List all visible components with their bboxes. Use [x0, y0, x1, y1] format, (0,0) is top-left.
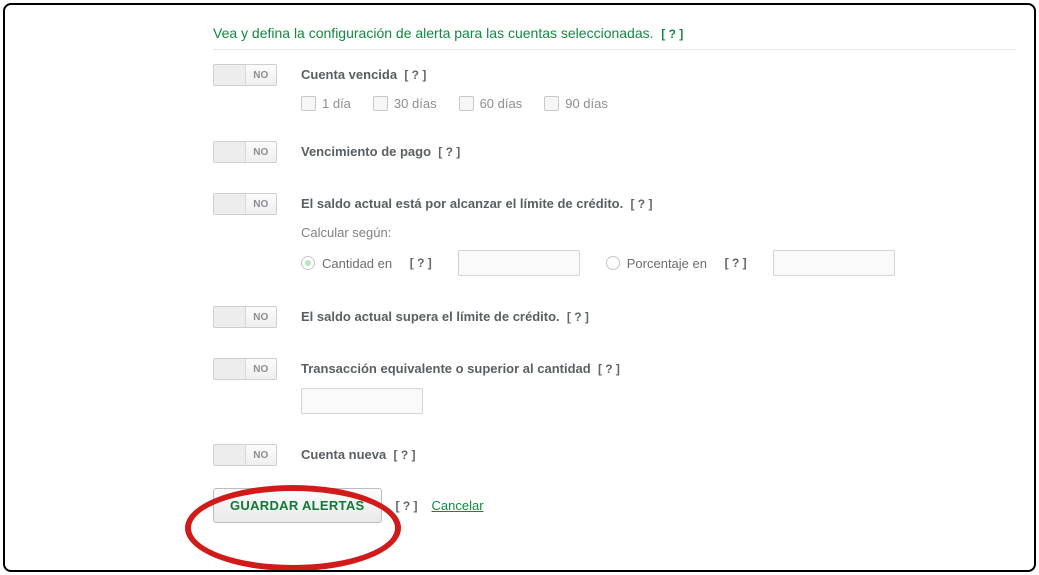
- toggle-off-indicator: [214, 307, 245, 327]
- radio-icon: [606, 256, 620, 270]
- checkbox-icon: [459, 96, 474, 111]
- checkbox-1dia[interactable]: 1 día: [301, 96, 351, 111]
- help-icon[interactable]: [ ? ]: [393, 448, 415, 462]
- toggle-reach-limit[interactable]: NO: [213, 193, 277, 215]
- checkbox-label: 60 días: [480, 96, 523, 111]
- help-icon[interactable]: [ ? ]: [725, 256, 747, 270]
- alert-row-new-account: NO Cuenta nueva [ ? ]: [213, 444, 1016, 466]
- save-alerts-button[interactable]: GUARDAR ALERTAS: [213, 488, 382, 523]
- alert-row-past-due: NO Cuenta vencida [ ? ] 1 día 30 días 60…: [213, 64, 1016, 111]
- radio-icon: [301, 256, 315, 270]
- toggle-label: NO: [245, 445, 277, 465]
- toggle-label: NO: [245, 142, 277, 162]
- toggle-label: NO: [245, 359, 277, 379]
- radio-label-amount: Cantidad en: [322, 256, 392, 271]
- toggle-exceed-limit[interactable]: NO: [213, 306, 277, 328]
- radio-label-percent: Porcentaje en: [627, 256, 707, 271]
- percent-input[interactable]: [773, 250, 895, 276]
- toggle-transaction-ge[interactable]: NO: [213, 358, 277, 380]
- alert-row-payment-due: NO Vencimiento de pago [ ? ]: [213, 141, 1016, 163]
- checkbox-60dias[interactable]: 60 días: [459, 96, 523, 111]
- radio-percent[interactable]: Porcentaje en [ ? ]: [606, 256, 747, 271]
- help-icon[interactable]: [ ? ]: [661, 27, 683, 41]
- toggle-past-due[interactable]: NO: [213, 64, 277, 86]
- page-title: Vea y defina la configuración de alerta …: [213, 25, 654, 41]
- toggle-off-indicator: [214, 445, 245, 465]
- toggle-off-indicator: [214, 142, 245, 162]
- alert-title-past-due: Cuenta vencida: [301, 67, 397, 82]
- checkbox-label: 1 día: [322, 96, 351, 111]
- help-icon[interactable]: [ ? ]: [396, 499, 418, 513]
- help-icon[interactable]: [ ? ]: [567, 310, 589, 324]
- toggle-payment-due[interactable]: NO: [213, 141, 277, 163]
- alert-title-reach-limit: El saldo actual está por alcanzar el lím…: [301, 196, 623, 211]
- help-icon[interactable]: [ ? ]: [404, 68, 426, 82]
- past-due-options: 1 día 30 días 60 días 90 días: [301, 96, 1016, 111]
- toggle-off-indicator: [214, 65, 245, 85]
- help-icon[interactable]: [ ? ]: [630, 197, 652, 211]
- toggle-label: NO: [245, 194, 277, 214]
- toggle-off-indicator: [214, 194, 245, 214]
- radio-amount[interactable]: Cantidad en [ ? ]: [301, 256, 432, 271]
- calc-label: Calcular según:: [301, 225, 1016, 240]
- alert-title-exceed-limit: El saldo actual supera el límite de créd…: [301, 309, 560, 324]
- checkbox-icon: [301, 96, 316, 111]
- cancel-link[interactable]: Cancelar: [432, 498, 484, 513]
- help-icon[interactable]: [ ? ]: [598, 362, 620, 376]
- help-icon[interactable]: [ ? ]: [410, 256, 432, 270]
- alert-row-reach-limit: NO El saldo actual está por alcanzar el …: [213, 193, 1016, 276]
- alert-row-transaction-ge: NO Transacción equivalente o superior al…: [213, 358, 1016, 414]
- amount-input[interactable]: [458, 250, 580, 276]
- alert-title-payment-due: Vencimiento de pago: [301, 144, 431, 159]
- transaction-amount-input[interactable]: [301, 388, 423, 414]
- toggle-label: NO: [245, 307, 277, 327]
- help-icon[interactable]: [ ? ]: [438, 145, 460, 159]
- alert-title-transaction-ge: Transacción equivalente o superior al ca…: [301, 361, 591, 376]
- toggle-label: NO: [245, 65, 277, 85]
- alert-title-new-account: Cuenta nueva: [301, 447, 386, 462]
- alert-row-exceed-limit: NO El saldo actual supera el límite de c…: [213, 306, 1016, 328]
- checkbox-label: 30 días: [394, 96, 437, 111]
- checkbox-30dias[interactable]: 30 días: [373, 96, 437, 111]
- toggle-off-indicator: [214, 359, 245, 379]
- page-header: Vea y defina la configuración de alerta …: [213, 25, 1016, 50]
- toggle-new-account[interactable]: NO: [213, 444, 277, 466]
- checkbox-icon: [373, 96, 388, 111]
- checkbox-icon: [544, 96, 559, 111]
- action-row: GUARDAR ALERTAS [ ? ] Cancelar: [213, 488, 1016, 523]
- checkbox-label: 90 días: [565, 96, 608, 111]
- checkbox-90dias[interactable]: 90 días: [544, 96, 608, 111]
